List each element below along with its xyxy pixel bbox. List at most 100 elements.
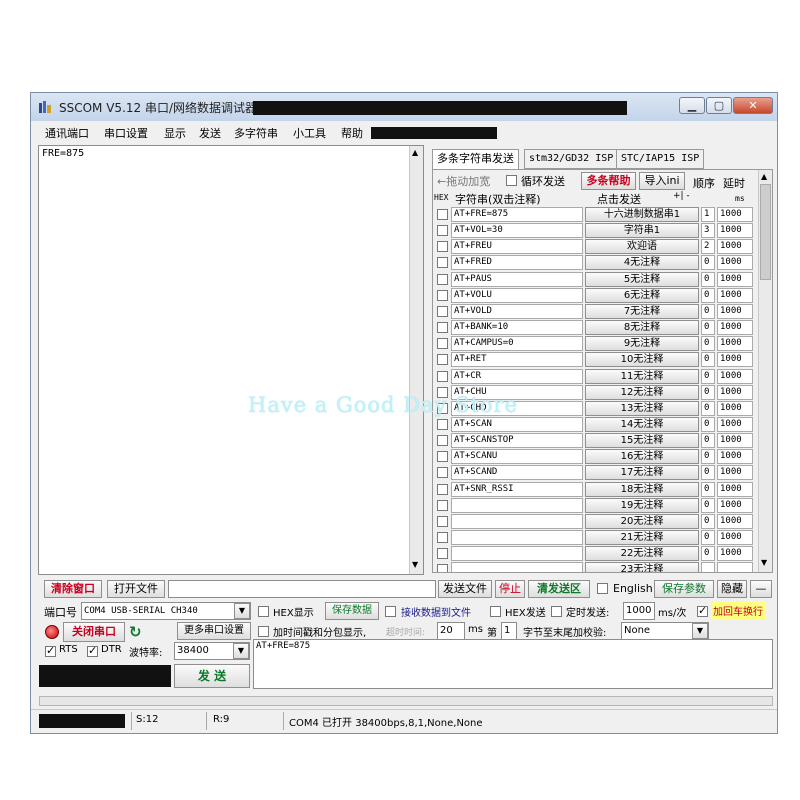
save-data-button[interactable]: 保存数据 [325,602,379,620]
menu-tools[interactable]: 小工具 [293,125,326,141]
row-send-button[interactable]: 9无注释 [585,336,699,351]
row-order-input[interactable]: 0 [701,288,715,303]
refresh-icon[interactable]: ↻ [129,624,142,640]
row-delay-input[interactable]: 1000 [717,385,753,400]
row-order-input[interactable]: 3 [701,223,715,238]
file-path-field[interactable] [168,580,436,598]
row-delay-input[interactable]: 1000 [717,401,753,416]
row-send-button[interactable]: 11无注释 [585,369,699,384]
row-delay-input[interactable]: 1000 [717,546,753,561]
menu-send[interactable]: 发送 [199,125,221,141]
row-hex-checkbox[interactable] [437,274,448,285]
plus-minus-header[interactable]: +| - [673,191,690,201]
timed-interval-input[interactable]: 1000 [623,602,655,620]
recv-to-file-label[interactable]: 接收数据到文件 [401,604,471,619]
row-hex-checkbox[interactable] [437,467,448,478]
row-delay-input[interactable]: 1000 [717,352,753,367]
row-string-input[interactable] [451,562,583,572]
timestamp-checkbox[interactable] [258,626,269,637]
row-order-input[interactable]: 0 [701,498,715,513]
row-string-input[interactable]: AT+VOLU [451,288,583,303]
multi-string-scrollbar[interactable]: ▲ ▼ [758,170,772,572]
row-send-button[interactable]: 14无注释 [585,417,699,432]
scroll-up-icon[interactable]: ▲ [761,172,767,181]
hex-display-checkbox[interactable] [258,606,269,617]
row-delay-input[interactable]: 1000 [717,482,753,497]
row-delay-input[interactable]: 1000 [717,320,753,335]
send-textarea[interactable]: AT+FRE=875 [253,639,773,689]
maximize-button[interactable]: ▢ [706,97,732,114]
row-send-button[interactable]: 18无注释 [585,482,699,497]
row-delay-input[interactable]: 1000 [717,417,753,432]
row-order-input[interactable]: 1 [701,207,715,222]
row-hex-checkbox[interactable] [437,209,448,220]
row-hex-checkbox[interactable] [437,451,448,462]
row-delay-input[interactable]: 1000 [717,223,753,238]
row-order-input[interactable]: 0 [701,272,715,287]
row-order-input[interactable]: 0 [701,352,715,367]
row-hex-checkbox[interactable] [437,532,448,543]
add-crlf-checkbox[interactable] [697,604,708,617]
send-file-button[interactable]: 发送文件 [438,580,492,598]
menu-display[interactable]: 显示 [164,125,186,141]
row-hex-checkbox[interactable] [437,548,448,559]
row-hex-checkbox[interactable] [437,500,448,511]
row-send-button[interactable]: 7无注释 [585,304,699,319]
tab-stc-isp[interactable]: STC/IAP15 ISP [616,149,705,169]
row-delay-input[interactable]: 1000 [717,207,753,222]
row-string-input[interactable]: AT+SCAND [451,465,583,480]
row-order-input[interactable] [701,562,715,572]
row-string-input[interactable] [451,514,583,529]
clear-send-button[interactable]: 清发送区 [528,580,590,598]
row-send-button[interactable]: 21无注释 [585,530,699,545]
row-string-input[interactable]: AT+SNR_RSSI [451,482,583,497]
stop-button[interactable]: 停止 [495,580,525,598]
close-port-button[interactable]: 关闭串口 [63,622,125,642]
row-string-input[interactable] [451,530,583,545]
row-send-button[interactable]: 20无注释 [585,514,699,529]
dtr-checkbox[interactable] [87,644,98,657]
clear-window-button[interactable]: 清除窗口 [44,580,102,598]
row-order-input[interactable]: 0 [701,449,715,464]
row-delay-input[interactable]: 1000 [717,272,753,287]
rts-checkbox[interactable] [45,644,56,657]
row-delay-input[interactable]: 1000 [717,336,753,351]
import-ini-button[interactable]: 导入ini [639,172,685,190]
row-string-input[interactable]: AT+SCAN [451,417,583,432]
port-dropdown-icon[interactable]: ▼ [234,603,250,619]
receive-scrollbar[interactable]: ▲ ▼ [409,146,423,574]
row-delay-input[interactable]: 1000 [717,514,753,529]
row-string-input[interactable]: AT+SCANU [451,449,583,464]
row-hex-checkbox[interactable] [437,516,448,527]
row-delay-input[interactable]: 1000 [717,255,753,270]
timed-send-checkbox[interactable] [551,606,562,617]
row-string-input[interactable] [451,498,583,513]
title-bar[interactable]: SSCOM V5.12 串口/网络数据调试器, ▁ ▢ ✕ [31,93,777,121]
menu-serial-settings[interactable]: 串口设置 [104,125,148,141]
row-send-button[interactable]: 15无注释 [585,433,699,448]
row-delay-input[interactable]: 1000 [717,369,753,384]
row-order-input[interactable]: 0 [701,385,715,400]
row-string-input[interactable]: AT+SCANSTOP [451,433,583,448]
row-order-input[interactable]: 0 [701,514,715,529]
receive-panel[interactable]: FRE=875 ▲ ▼ [38,145,424,575]
row-send-button[interactable]: 23无注释 [585,562,699,572]
row-order-input[interactable]: 0 [701,255,715,270]
row-send-button[interactable]: 12无注释 [585,385,699,400]
row-hex-checkbox[interactable] [437,419,448,430]
row-string-input[interactable] [451,546,583,561]
menu-multi-string[interactable]: 多字符串 [234,125,278,141]
row-order-input[interactable]: 0 [701,433,715,448]
row-string-input[interactable]: AT+CAMPUS=0 [451,336,583,351]
row-hex-checkbox[interactable] [437,241,448,252]
row-delay-input[interactable]: 1000 [717,449,753,464]
menu-port[interactable]: 通讯端口 [45,125,89,141]
row-send-button[interactable]: 6无注释 [585,288,699,303]
send-button[interactable]: 发 送 [174,664,250,688]
row-order-input[interactable]: 0 [701,369,715,384]
row-send-button[interactable]: 4无注释 [585,255,699,270]
row-order-input[interactable]: 0 [701,401,715,416]
scroll-down-icon[interactable]: ▼ [412,560,418,569]
row-delay-input[interactable]: 1000 [717,433,753,448]
row-send-button[interactable]: 19无注释 [585,498,699,513]
